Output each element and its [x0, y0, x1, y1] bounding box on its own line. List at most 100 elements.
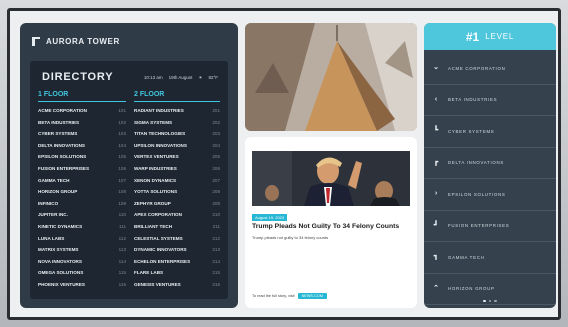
page-dot[interactable]: [494, 299, 497, 302]
tenant-name: ZEPHYR GROUP: [134, 200, 171, 206]
page-dot[interactable]: [488, 299, 492, 302]
tenant-name: PHOENIX VENTURES: [38, 281, 85, 287]
tenant-name: FUSION ENTERPRISES: [38, 165, 90, 171]
suite-number: 207: [212, 177, 220, 183]
directory-panel: AURORA TOWER DIRECTORY 10:13 am 19th Aug…: [20, 23, 238, 308]
directory-row[interactable]: BRILLIANT TECH 211: [134, 224, 220, 236]
suite-number: 103: [118, 131, 126, 137]
suite-number: 209: [212, 200, 220, 206]
suite-number: 211: [212, 223, 220, 229]
level-tenant-row[interactable]: › EPSILON SOLUTIONS: [424, 179, 556, 211]
suite-number: 108: [118, 189, 126, 195]
directory-row[interactable]: ECHELON ENTERPRISES 214: [134, 259, 220, 271]
temperature: 82°F: [208, 75, 218, 80]
directory-row[interactable]: KINETIC DYNAMICS 111: [38, 224, 126, 236]
tenant-name: HORIZON GROUP: [38, 189, 78, 195]
tenant-name: APEX CORPORATION: [134, 212, 182, 218]
tenant-name: OMEGA SOLUTIONS: [38, 270, 84, 276]
directory-row[interactable]: GAMMA TECH 107: [38, 178, 126, 190]
directory-row[interactable]: DELTA INNOVATIONS 104: [38, 143, 126, 155]
level-tenant-row[interactable]: ┓ GAMMA TECH: [424, 242, 556, 274]
tenant-name: GAMMA TECH: [38, 177, 70, 183]
brand-name: AURORA TOWER: [46, 37, 120, 46]
level-wayfinding-panel: #1 LEVEL ⌄ ACME CORPORATION ‹ BETA INDUSTRI…: [424, 23, 556, 308]
news-date-badge: August 19, 2023: [252, 214, 288, 221]
level-tenant-name: BETA INDUSTRIES: [448, 97, 498, 103]
level-tenant-row[interactable]: ┛ FUSION ENTERPRISES: [424, 211, 556, 242]
suite-number: 111: [119, 223, 126, 229]
tenant-name: NOVA INNOVATORS: [38, 258, 82, 264]
directory-row[interactable]: ZEPHYR GROUP 209: [134, 201, 220, 213]
level-tenant-row[interactable]: ┗ CYBER SYSTEMS: [424, 116, 556, 148]
page-dot[interactable]: [483, 299, 486, 302]
level-tenant-row[interactable]: ‹ BETA INDUSTRIES: [424, 85, 556, 116]
suite-number: 104: [118, 142, 126, 148]
tenant-name: UPSILON INNOVATIONS: [134, 142, 187, 148]
tenant-name: CYBER SYSTEMS: [38, 131, 78, 137]
directory-row[interactable]: APEX CORPORATION 210: [134, 212, 220, 224]
directory-row[interactable]: SIGMA SYSTEMS 202: [134, 120, 220, 132]
tenant-name: SIGMA SYSTEMS: [134, 119, 173, 125]
level-tenant-name: GAMMA TECH: [448, 254, 485, 260]
directory-row[interactable]: TITAN TECHNOLOGIES 203: [134, 131, 220, 143]
directory-row[interactable]: FLARE LABS 215: [134, 270, 220, 282]
directory-row[interactable]: CYBER SYSTEMS 103: [38, 131, 126, 143]
directory-row[interactable]: INFINICO 109: [38, 201, 126, 213]
level-tenant-row[interactable]: ┏ DELTA INNOVATIONS: [424, 148, 556, 179]
suite-number: 216: [212, 281, 220, 287]
news-footer: To read the full story, visit NEWS.COM: [252, 293, 327, 299]
tenant-name: MATRIX SYSTEMS: [38, 247, 79, 253]
directory-row[interactable]: ACME CORPORATION 101: [38, 108, 126, 120]
directory-row[interactable]: LUNA LABS 112: [38, 236, 126, 248]
directory-row[interactable]: VERTEX VENTURES 205: [134, 154, 220, 166]
page-indicator[interactable]: [424, 299, 556, 302]
suite-number: 205: [212, 154, 220, 160]
tenant-name: DYNAMIC INNOVATORS: [134, 247, 187, 253]
level-tenant-row[interactable]: ⌄ ACME CORPORATION: [424, 53, 556, 85]
tenant-name: DELTA INNOVATIONS: [38, 142, 85, 148]
suite-number: 106: [118, 165, 126, 171]
directory-board: DIRECTORY 10:13 am 19th August ☀ 82°F 1 …: [30, 61, 228, 299]
directory-row[interactable]: GENESIS VENTURES 216: [134, 282, 220, 294]
directory-row[interactable]: BETA INDUSTRIES 102: [38, 120, 126, 132]
suite-number: 214: [212, 258, 220, 264]
news-link-button[interactable]: NEWS.COM: [297, 293, 327, 299]
directory-row[interactable]: UPSILON INNOVATIONS 204: [134, 143, 220, 155]
tenant-name: JUPITER INC.: [38, 212, 68, 218]
directory-title: DIRECTORY: [42, 71, 114, 83]
news-headline[interactable]: Trump Pleads Not Guilty To 34 Felony Cou…: [252, 223, 399, 230]
suite-number: 110: [118, 212, 126, 218]
directory-row[interactable]: JUPITER INC. 110: [38, 212, 126, 224]
directory-row[interactable]: PHOENIX VENTURES 116: [38, 282, 126, 294]
directory-row[interactable]: EPSILON SOLUTIONS 105: [38, 154, 126, 166]
floor-1-divider: [38, 101, 126, 102]
directory-row[interactable]: MATRIX SYSTEMS 113: [38, 247, 126, 259]
direction-corner-down-left-icon: ┏: [433, 158, 439, 166]
level-tenant-name: HORIZON GROUP: [448, 286, 495, 292]
directory-row[interactable]: HORIZON GROUP 108: [38, 189, 126, 201]
directory-row[interactable]: CELESTIAL SYSTEMS 212: [134, 236, 220, 248]
level-label: LEVEL: [485, 32, 515, 41]
suite-number: 215: [212, 270, 220, 276]
directory-row[interactable]: RADIANT INDUSTRIES 201: [134, 108, 220, 120]
direction-corner-up-left-icon: ┛: [433, 221, 439, 229]
directory-row[interactable]: FUSION ENTERPRISES 106: [38, 166, 126, 178]
brand: AURORA TOWER: [32, 37, 120, 46]
news-card[interactable]: August 19, 2023 Trump Pleads Not Guilty …: [245, 137, 417, 308]
directory-row[interactable]: OMEGA SOLUTIONS 115: [38, 270, 126, 282]
tenant-name: FLARE LABS: [134, 270, 164, 276]
directory-row[interactable]: XENON DYNAMICS 207: [134, 178, 220, 190]
suite-number: 210: [212, 212, 220, 218]
directory-meta: 10:13 am 19th August ☀ 82°F: [144, 75, 218, 81]
directory-row[interactable]: WARP INDUSTRIES 206: [134, 166, 220, 178]
kiosk-screen: AURORA TOWER DIRECTORY 10:13 am 19th Aug…: [7, 8, 561, 320]
floor-1-heading: 1 FLOOR: [38, 91, 69, 98]
floor-2-heading: 2 FLOOR: [134, 91, 165, 98]
suite-number: 116: [118, 281, 126, 287]
directory-row[interactable]: YOTTA SOLUTIONS 208: [134, 189, 220, 201]
level-tenant-name: ACME CORPORATION: [448, 65, 506, 71]
directory-row[interactable]: NOVA INNOVATORS 114: [38, 259, 126, 271]
directory-row[interactable]: DYNAMIC INNOVATORS 213: [134, 247, 220, 259]
suite-number: 101: [118, 108, 126, 113]
suite-number: 206: [212, 165, 220, 171]
